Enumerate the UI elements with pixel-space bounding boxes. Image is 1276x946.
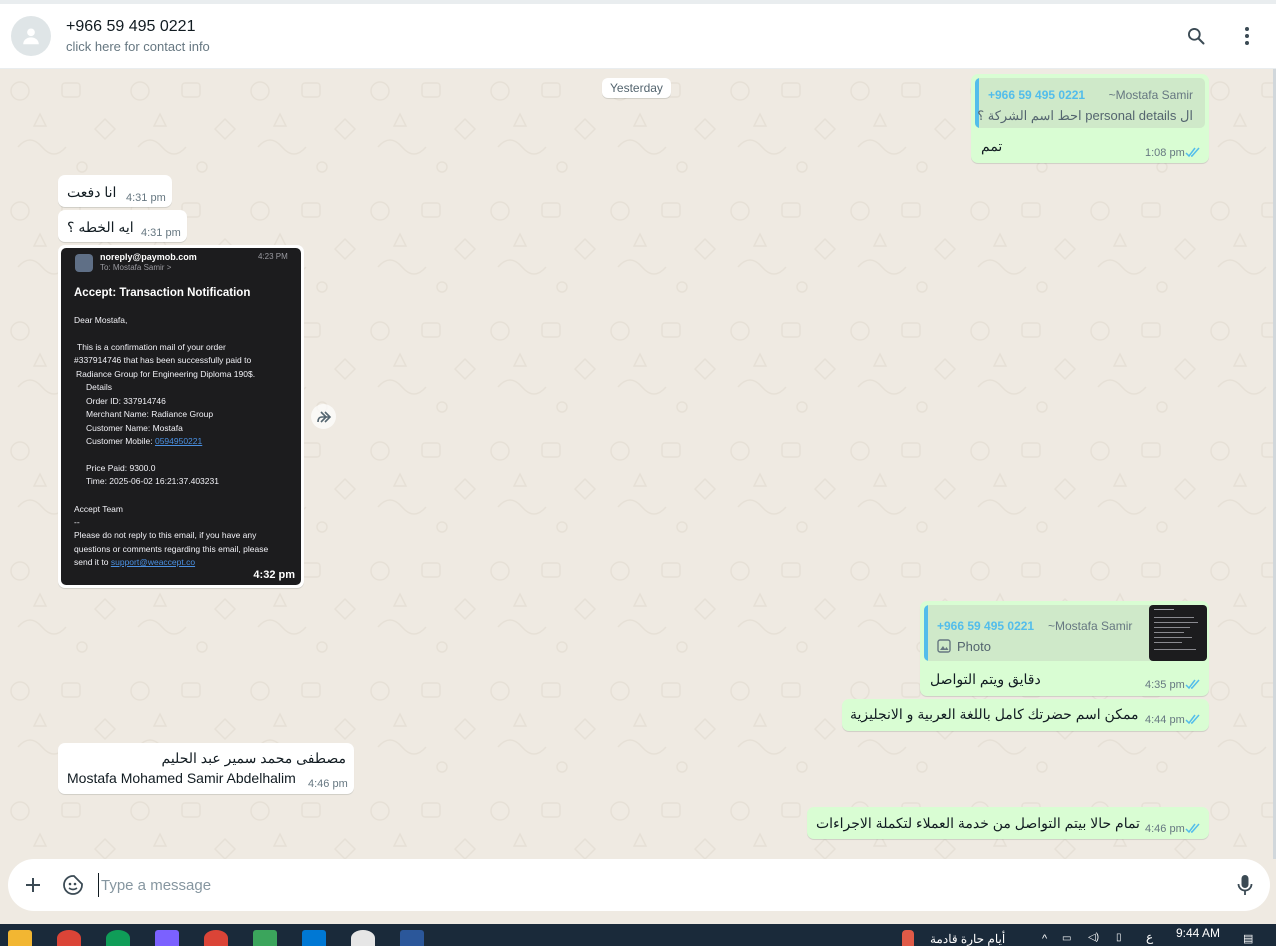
os-taskbar: أيام حارة قادمة ^ ▭ ◁) ▯ ع 9:44 AM ▤ <box>0 924 1276 946</box>
store-icon[interactable] <box>253 930 277 946</box>
read-ticks-icon <box>1185 714 1200 725</box>
clock[interactable]: 9:44 AM <box>1176 926 1220 940</box>
chrome-icon[interactable] <box>106 930 130 946</box>
quote-author: ~Mostafa Samir <box>1048 619 1133 633</box>
outgoing-message[interactable]: ممكن اسم حضرتك كامل باللغة العربية و الا… <box>842 699 1209 731</box>
email-timestamp: 4:23 PM <box>258 252 288 261</box>
read-ticks-icon <box>1185 679 1200 690</box>
message-time: 4:46 pm <box>1145 823 1185 835</box>
contact-name[interactable]: +966 59 495 0221 <box>66 18 195 36</box>
email-subject: Accept: Transaction Notification <box>74 287 251 299</box>
quote-author: ~Mostafa Samir <box>1108 88 1193 102</box>
message-time: 1:08 pm <box>1145 147 1185 159</box>
message-time: 4:35 pm <box>1145 679 1185 691</box>
message-time: 4:31 pm <box>126 192 166 204</box>
outlook-icon[interactable] <box>302 930 326 946</box>
message-text: تمم <box>981 138 1003 154</box>
email-separator: -- <box>74 517 80 527</box>
message-text-english: Mostafa Mohamed Samir Abdelhalim <box>67 770 296 786</box>
read-ticks-icon <box>1185 823 1200 834</box>
photo-icon <box>937 639 951 653</box>
email-footer-line: questions or comments regarding this ema… <box>74 544 269 554</box>
email-order-id: Order ID: 337914746 <box>86 396 166 406</box>
quoted-message[interactable]: ~Mostafa Samir +966 59 495 0221 ال perso… <box>975 78 1205 128</box>
avatar[interactable] <box>11 16 51 56</box>
chat-header: +966 59 495 0221 click here for contact … <box>0 0 1276 69</box>
forward-button[interactable] <box>311 404 336 429</box>
weather-icon[interactable] <box>902 930 914 946</box>
email-footer-line: send it to support@weaccept.co <box>74 557 196 567</box>
incoming-message[interactable]: انا دفعت 4:31 pm <box>58 175 172 207</box>
forward-icon <box>316 410 331 423</box>
microphone-icon[interactable] <box>1233 873 1257 897</box>
person-icon <box>23 28 39 45</box>
message-time: 4:46 pm <box>308 778 348 790</box>
email-mobile-line: Customer Mobile: 0594950221 <box>86 436 203 446</box>
search-icon[interactable] <box>1184 24 1208 48</box>
quoted-photo-thumbnail[interactable] <box>1149 605 1207 661</box>
incoming-message[interactable]: مصطفى محمد سمير عبد الحليم Mostafa Moham… <box>58 743 354 794</box>
email-from: noreply@paymob.com <box>100 252 197 262</box>
composer-bar <box>0 859 1276 924</box>
day-divider: Yesterday <box>602 78 671 98</box>
input-language[interactable]: ع <box>1146 930 1153 944</box>
email-screenshot-image[interactable]: noreply@paymob.com To: Mostafa Samir > 4… <box>61 248 301 585</box>
word-icon[interactable] <box>400 930 424 946</box>
email-footer-line: Please do not reply to this email, if yo… <box>74 530 257 540</box>
email-mobile-link[interactable]: 0594950221 <box>155 436 202 446</box>
chrome-icon[interactable] <box>57 930 81 946</box>
message-input[interactable] <box>98 873 1218 897</box>
sticker-icon[interactable] <box>61 873 85 897</box>
email-body-line: This is a confirmation mail of your orde… <box>77 342 226 352</box>
notifications-icon[interactable]: ▤ <box>1243 932 1253 945</box>
volume-icon[interactable]: ◁) <box>1088 932 1099 943</box>
email-time-line: Time: 2025-06-02 16:21:37.403231 <box>86 476 219 486</box>
message-time: 4:44 pm <box>1145 714 1185 726</box>
email-price: Price Paid: 9300.0 <box>86 463 156 473</box>
outgoing-message[interactable]: ~Mostafa Samir +966 59 495 0221 ال perso… <box>971 74 1209 163</box>
chrome-icon[interactable] <box>204 930 228 946</box>
quote-text: Photo <box>957 639 991 654</box>
file-explorer-icon[interactable] <box>8 930 32 946</box>
message-time: 4:31 pm <box>141 227 181 239</box>
email-customer: Customer Name: Mostafa <box>86 423 183 433</box>
quote-phone: +966 59 495 0221 <box>937 619 1035 633</box>
plus-icon[interactable] <box>21 873 45 897</box>
quote-text: ال personal details احط اسم الشركة ؟ <box>977 108 1193 123</box>
email-to: To: Mostafa Samir > <box>100 263 172 272</box>
message-text: ممكن اسم حضرتك كامل باللغة العربية و الا… <box>850 706 1139 722</box>
email-team: Accept Team <box>74 504 123 514</box>
copilot-icon[interactable] <box>155 930 179 946</box>
teamviewer-icon[interactable] <box>351 930 375 946</box>
message-text-arabic: مصطفى محمد سمير عبد الحليم <box>161 750 346 766</box>
email-merchant: Merchant Name: Radiance Group <box>86 409 214 419</box>
message-text: ايه الخطه ؟ <box>67 219 134 235</box>
message-time: 4:32 pm <box>253 569 295 581</box>
message-text: انا دفعت <box>67 184 117 200</box>
network-icon[interactable]: ▭ <box>1062 933 1071 944</box>
email-details-heading: Details <box>86 382 112 392</box>
tray-chevron-icon[interactable]: ^ <box>1042 933 1047 945</box>
incoming-message[interactable]: ايه الخطه ؟ 4:31 pm <box>58 210 187 242</box>
message-text: تمام حالا بيتم التواصل من خدمة العملاء ل… <box>816 815 1140 831</box>
email-body-line: Radiance Group for Engineering Diploma 1… <box>76 369 256 379</box>
kebab-menu-icon[interactable] <box>1235 24 1259 48</box>
read-ticks-icon <box>1185 147 1200 158</box>
email-support-link[interactable]: support@weaccept.co <box>111 557 195 567</box>
battery-icon[interactable]: ▯ <box>1116 932 1122 943</box>
email-greeting: Dear Mostafa, <box>74 315 128 325</box>
outgoing-message[interactable]: تمام حالا بيتم التواصل من خدمة العملاء ل… <box>807 807 1209 839</box>
message-text: دقايق ويتم التواصل <box>930 671 1041 687</box>
weather-text[interactable]: أيام حارة قادمة <box>930 932 1005 946</box>
sender-logo-icon <box>75 254 93 272</box>
composer <box>8 859 1270 911</box>
contact-info-link[interactable]: click here for contact info <box>66 39 210 54</box>
email-body-line: #337914746 that has been successfully pa… <box>74 355 252 365</box>
quote-phone: +966 59 495 0221 <box>988 88 1086 102</box>
